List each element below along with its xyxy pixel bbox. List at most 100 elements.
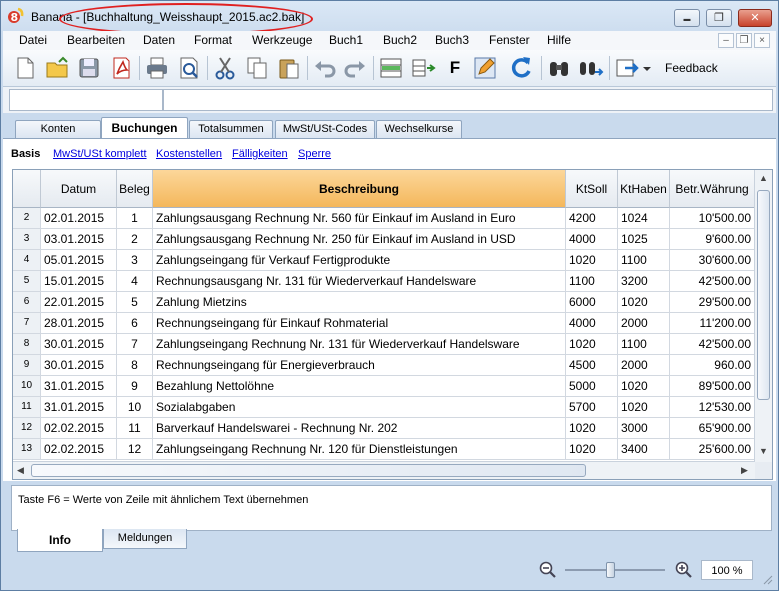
menu-daten[interactable]: Daten xyxy=(143,33,175,47)
open-file-icon[interactable] xyxy=(43,54,71,82)
cell-ktsoll[interactable]: 1020 xyxy=(566,334,618,355)
table-row[interactable]: 2 02.01.2015 1 Zahlungsausgang Rechnung Nr.… xyxy=(13,208,772,229)
menu-buch3[interactable]: Buch3 xyxy=(435,33,469,47)
find-icon[interactable] xyxy=(545,54,573,82)
table-row[interactable]: 7 28.01.2015 6 Rechnungseingang für Einkauf… xyxy=(13,313,772,334)
cell-beleg[interactable]: 10 xyxy=(117,397,153,418)
cell-datum[interactable]: 02.01.2015 xyxy=(41,208,117,229)
undo-icon[interactable] xyxy=(311,54,339,82)
tab-konten[interactable]: Konten xyxy=(15,120,101,138)
cell-kthaben[interactable]: 1100 xyxy=(618,250,670,271)
chevron-down-icon[interactable] xyxy=(641,54,653,82)
cell-beleg[interactable]: 1 xyxy=(117,208,153,229)
column-header-datum[interactable]: Datum xyxy=(41,170,117,208)
tab-buchungen[interactable]: Buchungen xyxy=(101,117,188,140)
minimize-button[interactable]: ▬ xyxy=(674,9,700,27)
column-header-kthaben[interactable]: KtHaben xyxy=(618,170,670,208)
replace-icon[interactable] xyxy=(577,54,605,82)
cell-betr-waehrung[interactable]: 30'600.00 xyxy=(670,250,755,271)
view-mwst-ust-komplett[interactable]: MwSt/USt komplett xyxy=(53,148,147,160)
table-row[interactable]: 4 05.01.2015 3 Zahlungseingang für Verkauf … xyxy=(13,250,772,271)
cell-datum[interactable]: 03.01.2015 xyxy=(41,229,117,250)
cell-beleg[interactable]: 3 xyxy=(117,250,153,271)
cell-datum[interactable]: 30.01.2015 xyxy=(41,334,117,355)
menu-format[interactable]: Format xyxy=(194,33,232,47)
cell-ktsoll[interactable]: 4500 xyxy=(566,355,618,376)
tab-wechselkurse[interactable]: Wechselkurse xyxy=(376,120,462,138)
table-row[interactable]: 6 22.01.2015 5 Zahlung Mietzins 6000 1020 29'5… xyxy=(13,292,772,313)
cell-beleg[interactable]: 12 xyxy=(117,439,153,460)
cell-beleg[interactable]: 5 xyxy=(117,292,153,313)
export-icon[interactable] xyxy=(613,54,641,82)
tab-mwst-ust-codes[interactable]: MwSt/USt-Codes xyxy=(275,120,375,138)
cell-reference-field[interactable] xyxy=(9,89,163,111)
cell-beschreibung[interactable]: Zahlungseingang Rechnung Nr. 120 für Die… xyxy=(153,439,566,460)
cell-betr-waehrung[interactable]: 42'500.00 xyxy=(670,334,755,355)
cell-kthaben[interactable]: 1100 xyxy=(618,334,670,355)
view-basis[interactable]: Basis xyxy=(11,148,40,160)
zoom-in-icon[interactable] xyxy=(675,561,693,579)
cell-kthaben[interactable]: 3200 xyxy=(618,271,670,292)
cell-ktsoll[interactable]: 5000 xyxy=(566,376,618,397)
cell-datum[interactable]: 31.01.2015 xyxy=(41,376,117,397)
view-kostenstellen[interactable]: Kostenstellen xyxy=(156,148,222,160)
mdi-minimize-button[interactable]: – xyxy=(718,33,734,48)
cell-content-field[interactable] xyxy=(163,89,773,111)
cell-betr-waehrung[interactable]: 960.00 xyxy=(670,355,755,376)
menu-bearbeiten[interactable]: Bearbeiten xyxy=(67,33,125,47)
cell-ktsoll[interactable]: 4000 xyxy=(566,229,618,250)
tab-meldungen[interactable]: Meldungen xyxy=(103,529,187,549)
cell-ktsoll[interactable]: 1100 xyxy=(566,271,618,292)
column-header-beschreibung[interactable]: Beschreibung xyxy=(153,170,566,208)
column-header-betr-waehrung[interactable]: Betr.Währung xyxy=(670,170,755,208)
redo-icon[interactable] xyxy=(341,54,369,82)
cell-ktsoll[interactable]: 4000 xyxy=(566,313,618,334)
maximize-button[interactable]: ❐ xyxy=(706,9,732,27)
cell-beschreibung[interactable]: Zahlung Mietzins xyxy=(153,292,566,313)
cell-beschreibung[interactable]: Barverkauf Handelswarei - Rechnung Nr. 2… xyxy=(153,418,566,439)
table-row[interactable]: 12 02.02.2015 11 Barverkauf Handelswarei - … xyxy=(13,418,772,439)
cell-ktsoll[interactable]: 1020 xyxy=(566,439,618,460)
resize-grip-icon[interactable] xyxy=(763,575,773,585)
cell-betr-waehrung[interactable]: 89'500.00 xyxy=(670,376,755,397)
scroll-right-icon[interactable]: ▶ xyxy=(741,465,748,476)
table-row[interactable]: 9 30.01.2015 8 Rechnungseingang für Energie… xyxy=(13,355,772,376)
horizontal-scroll-thumb[interactable] xyxy=(31,464,586,477)
cell-datum[interactable]: 15.01.2015 xyxy=(41,271,117,292)
table-row[interactable]: 8 30.01.2015 7 Zahlungseingang Rechnung Nr.… xyxy=(13,334,772,355)
print-icon[interactable] xyxy=(143,54,171,82)
move-rows-icon[interactable] xyxy=(409,54,437,82)
cell-beschreibung[interactable]: Zahlungseingang für Verkauf Fertigproduk… xyxy=(153,250,566,271)
menu-fenster[interactable]: Fenster xyxy=(489,33,530,47)
table-row[interactable]: 3 03.01.2015 2 Zahlungsausgang Rechnung Nr.… xyxy=(13,229,772,250)
cell-ktsoll[interactable]: 4200 xyxy=(566,208,618,229)
cell-beschreibung[interactable]: Bezahlung Nettolöhne xyxy=(153,376,566,397)
cell-kthaben[interactable]: 1020 xyxy=(618,376,670,397)
zoom-out-icon[interactable] xyxy=(539,561,557,579)
zoom-level[interactable]: 100 % xyxy=(701,560,753,580)
cell-kthaben[interactable]: 1024 xyxy=(618,208,670,229)
cell-datum[interactable]: 02.02.2015 xyxy=(41,439,117,460)
tab-totalsummen[interactable]: Totalsummen xyxy=(189,120,273,138)
cell-datum[interactable]: 22.01.2015 xyxy=(41,292,117,313)
cell-beschreibung[interactable]: Sozialabgaben xyxy=(153,397,566,418)
cut-icon[interactable] xyxy=(211,54,239,82)
cell-ktsoll[interactable]: 6000 xyxy=(566,292,618,313)
new-file-icon[interactable] xyxy=(11,54,39,82)
pdf-icon[interactable] xyxy=(107,54,135,82)
cell-betr-waehrung[interactable]: 29'500.00 xyxy=(670,292,755,313)
scroll-up-icon[interactable]: ▲ xyxy=(759,173,768,183)
recheck-icon[interactable] xyxy=(507,54,535,82)
cell-ktsoll[interactable]: 5700 xyxy=(566,397,618,418)
cell-betr-waehrung[interactable]: 42'500.00 xyxy=(670,271,755,292)
vertical-scroll-thumb[interactable] xyxy=(757,190,770,400)
cell-datum[interactable]: 30.01.2015 xyxy=(41,355,117,376)
column-header-ktsoll[interactable]: KtSoll xyxy=(566,170,618,208)
cell-betr-waehrung[interactable]: 12'530.00 xyxy=(670,397,755,418)
cell-kthaben[interactable]: 2000 xyxy=(618,313,670,334)
mdi-close-button[interactable]: × xyxy=(754,33,770,48)
save-icon[interactable] xyxy=(75,54,103,82)
close-button[interactable]: ✕ xyxy=(738,9,772,27)
cell-beleg[interactable]: 4 xyxy=(117,271,153,292)
tab-info[interactable]: Info xyxy=(17,529,103,552)
